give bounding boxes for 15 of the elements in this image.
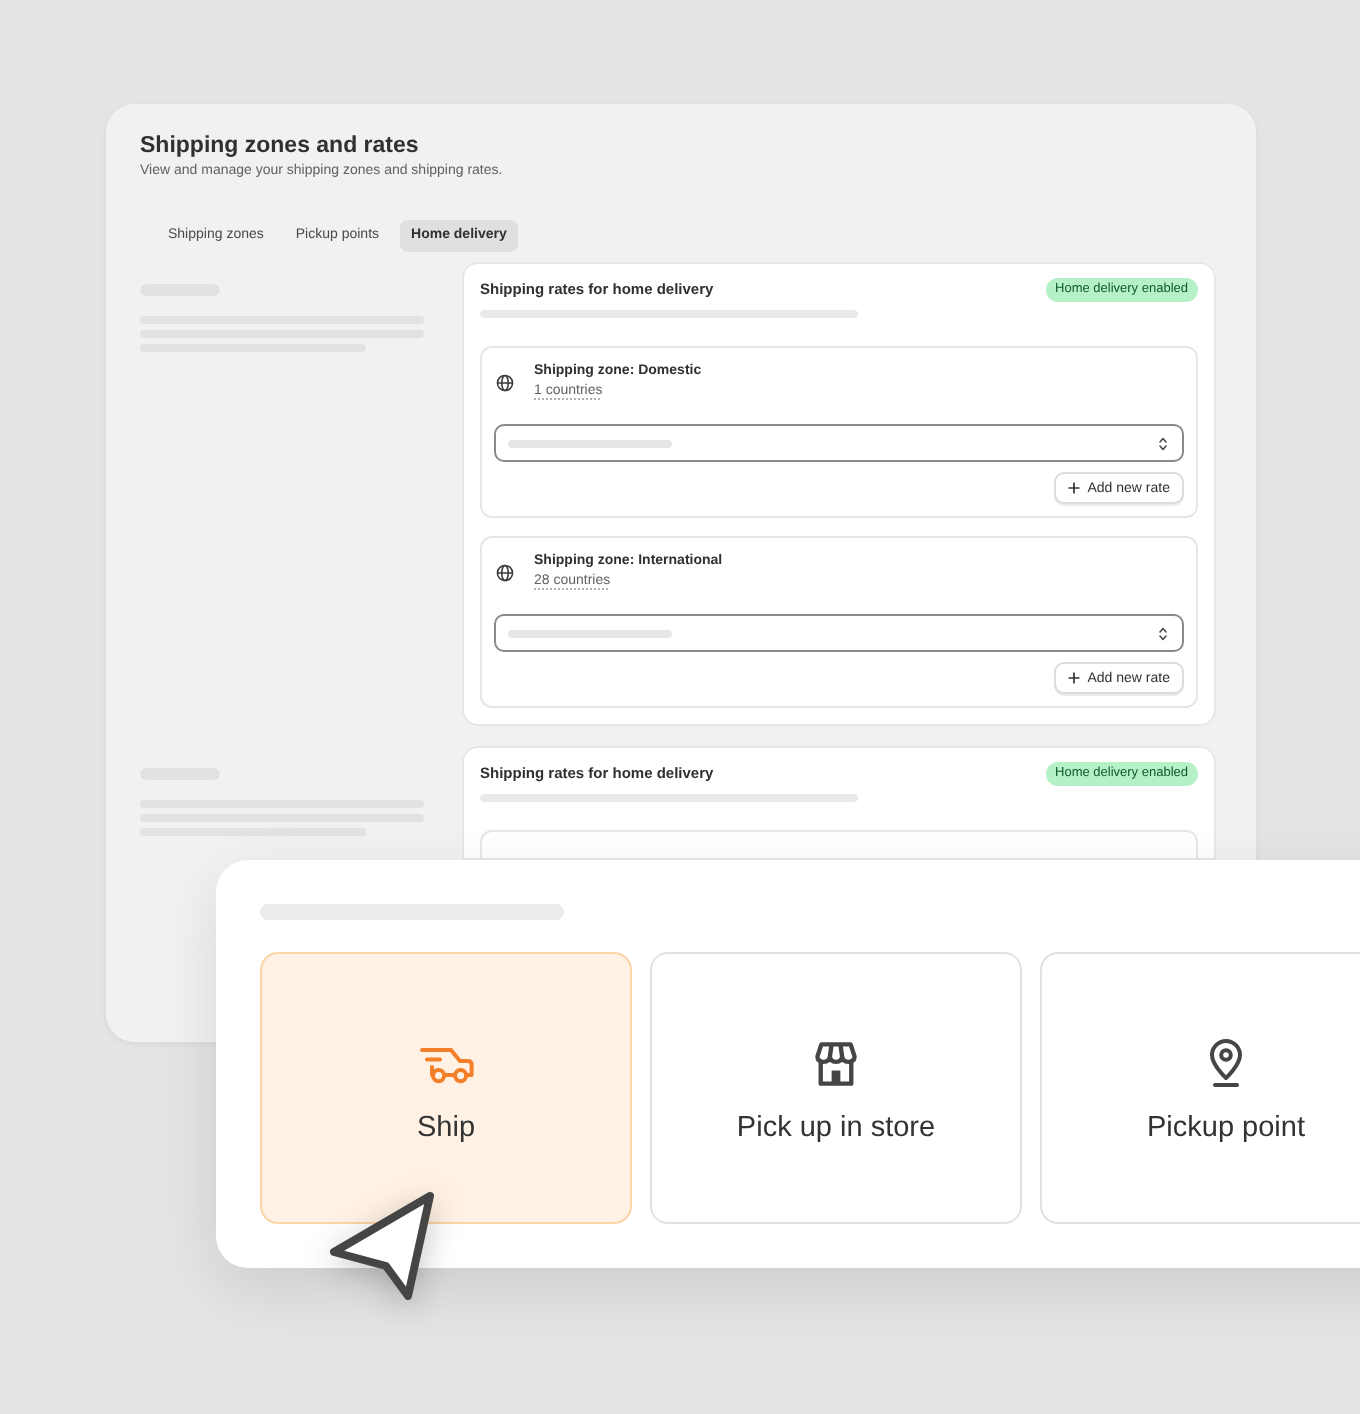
globe-icon bbox=[496, 563, 514, 581]
delivery-option-card[interactable]: Ship bbox=[260, 952, 632, 1224]
storefront-icon bbox=[812, 1040, 860, 1088]
rate-select-field[interactable] bbox=[494, 614, 1184, 652]
plus-icon bbox=[1067, 672, 1080, 684]
delivery-option-card[interactable]: Pick up in store bbox=[650, 952, 1022, 1224]
map-pin-icon bbox=[1208, 1038, 1244, 1088]
plus-icon bbox=[1067, 482, 1080, 494]
truck-icon bbox=[419, 1046, 473, 1084]
page-title: Shipping zones and rates bbox=[140, 132, 421, 160]
delivery-option-card[interactable]: Pickup point bbox=[1040, 952, 1360, 1224]
rate-select-field[interactable] bbox=[494, 424, 1184, 462]
globe-icon bbox=[496, 373, 514, 391]
chevron-up-down-icon bbox=[1158, 625, 1168, 641]
chevron-up-down-icon bbox=[1158, 435, 1168, 451]
